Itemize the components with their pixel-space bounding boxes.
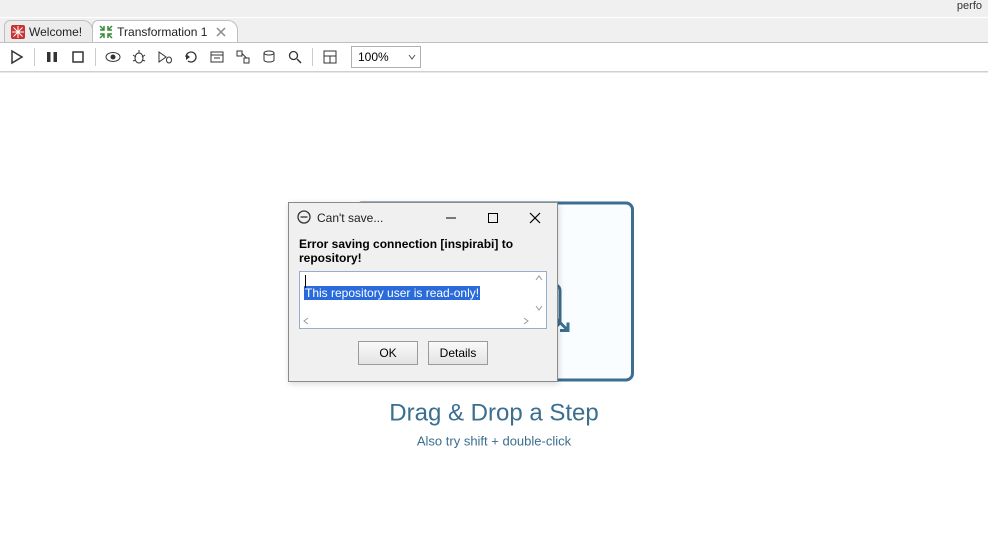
- drop-subtitle: Also try shift + double-click: [354, 433, 634, 448]
- show-results-button[interactable]: [319, 46, 341, 68]
- details-button-label: Details: [440, 346, 477, 360]
- separator: [95, 48, 96, 66]
- ok-button-label: OK: [379, 346, 396, 360]
- toolbar: 100%: [0, 42, 988, 72]
- tab-label: Welcome!: [29, 25, 82, 39]
- drop-title: Drag & Drop a Step: [354, 399, 634, 427]
- snowflake-icon: [11, 25, 25, 39]
- impact-button[interactable]: [232, 46, 254, 68]
- maximize-button[interactable]: [475, 206, 511, 230]
- error-circle-icon: [297, 210, 311, 227]
- zoom-select[interactable]: 100%: [351, 46, 421, 68]
- separator: [34, 48, 35, 66]
- search-button[interactable]: [284, 46, 306, 68]
- dialog-title: Can't save...: [317, 211, 427, 225]
- tab-welcome[interactable]: Welcome!: [4, 20, 93, 42]
- arrows-in-icon: [99, 25, 113, 39]
- run-button[interactable]: [6, 46, 28, 68]
- dialog-message-pane[interactable]: This repository user is read-only!: [299, 271, 547, 329]
- separator: [312, 48, 313, 66]
- db-explorer-button[interactable]: [258, 46, 280, 68]
- dialog-message-text: This repository user is read-only!: [304, 286, 480, 300]
- top-status-strip: perfo: [0, 0, 988, 18]
- horizontal-scrollbar[interactable]: [300, 314, 532, 328]
- chevron-down-icon: [408, 50, 416, 64]
- close-button[interactable]: [517, 206, 553, 230]
- tab-label: Transformation 1: [117, 25, 207, 39]
- sql-button[interactable]: [206, 46, 228, 68]
- zoom-value: 100%: [358, 50, 389, 64]
- dialog-titlebar[interactable]: Can't save...: [289, 203, 557, 233]
- debug-run-button[interactable]: [154, 46, 176, 68]
- minimize-button[interactable]: [433, 206, 469, 230]
- perf-label: perfo: [957, 0, 982, 12]
- preview-button[interactable]: [102, 46, 124, 68]
- vertical-scrollbar[interactable]: [532, 272, 546, 314]
- debug-button[interactable]: [128, 46, 150, 68]
- ok-button[interactable]: OK: [358, 341, 418, 365]
- replay-button[interactable]: [180, 46, 202, 68]
- pause-button[interactable]: [41, 46, 63, 68]
- dialog-error-heading: Error saving connection [inspirabi] to r…: [299, 237, 547, 265]
- tab-transformation[interactable]: Transformation 1: [92, 20, 238, 42]
- stop-button[interactable]: [67, 46, 89, 68]
- tab-bar: Welcome! Transformation 1: [0, 18, 988, 42]
- error-dialog: Can't save... Error saving connection [i…: [288, 202, 558, 382]
- close-icon[interactable]: [215, 26, 227, 38]
- details-button[interactable]: Details: [428, 341, 488, 365]
